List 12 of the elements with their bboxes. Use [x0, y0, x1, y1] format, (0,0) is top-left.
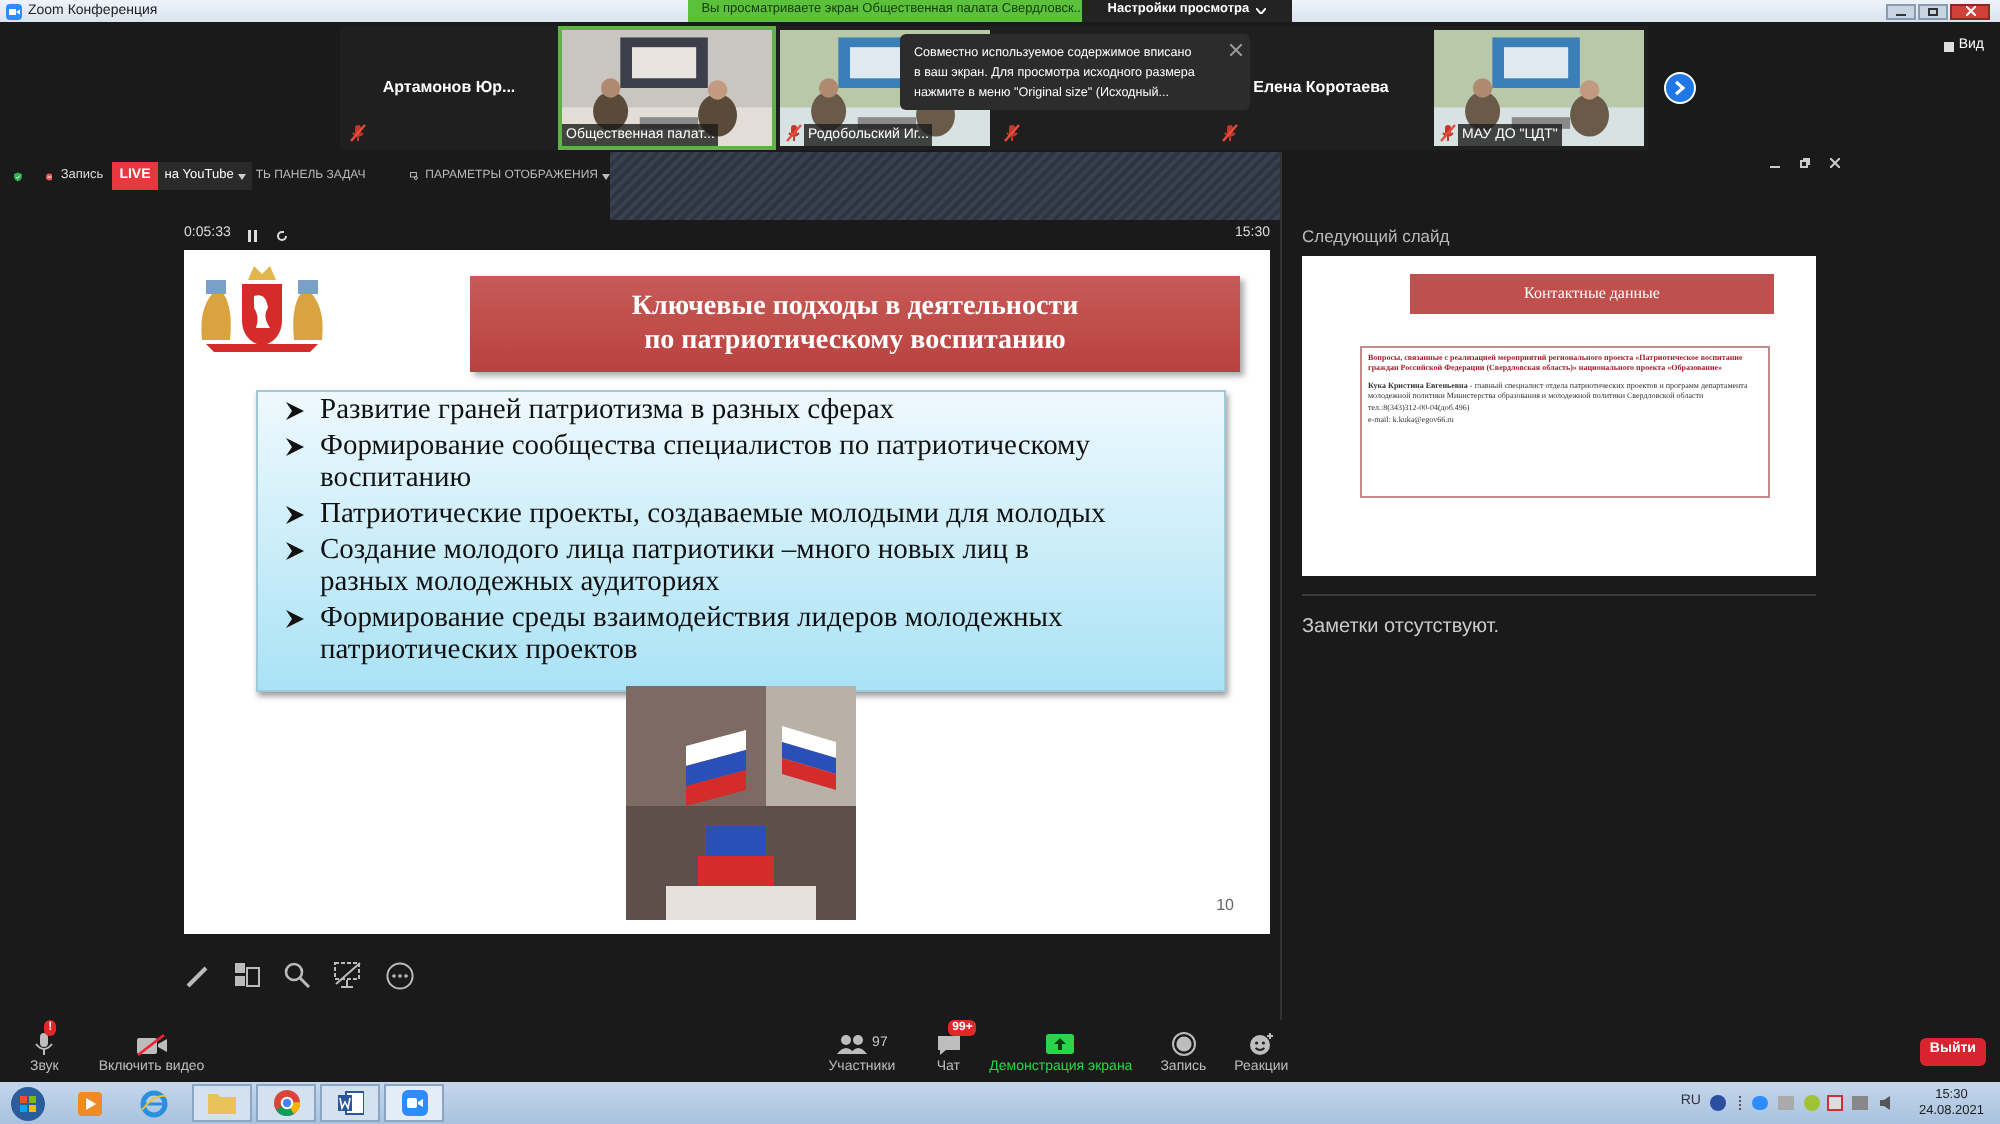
bullet-text: Формирование среды взаимодействия лидеров молодежных патриотических проектов	[320, 602, 1065, 666]
bullet-text: Развитие граней патриотизма в разных сферах	[320, 394, 895, 426]
participant-name: Артамонов Юр...	[382, 75, 516, 99]
participant-name: Елена Коротаева	[1253, 75, 1389, 99]
bullet-text: Патриотические проекты, создаваемые молодыми для молодых	[320, 498, 1106, 530]
slide-title: Ключевые подходы в деятельности по патриотическому воспитанию	[631, 290, 1079, 358]
notes-text: Заметки отсутствуют.	[1302, 614, 1502, 642]
bullet-text: Формирование сообщества специалистов по патриотическому воспитанию	[320, 430, 1092, 494]
slide-title: Контактные данные	[1524, 282, 1660, 306]
slide-number: 10	[1216, 894, 1234, 918]
bullet-text: Создание молодого лица патриотики –много новых лиц в разных молодежных аудиториях	[320, 534, 1032, 598]
next-slide-label: Следующий слайд	[1302, 226, 1452, 248]
